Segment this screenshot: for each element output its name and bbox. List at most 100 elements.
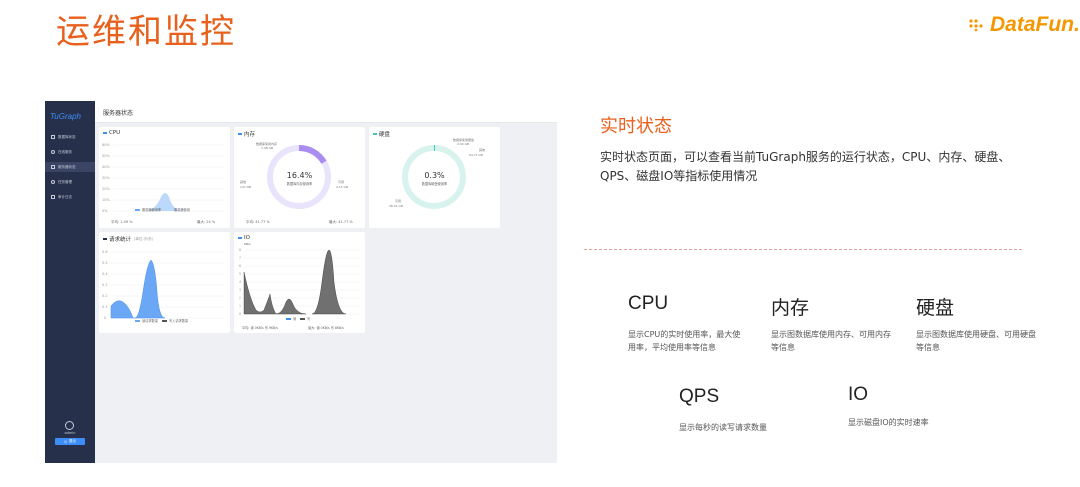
- legend-swatch: [167, 209, 172, 211]
- disk-card: 硬盘 数据库使用硬盘 0.00 GB 其他 94.71 GB 可用 38.51 …: [369, 127, 500, 228]
- feature-memory-desc: 显示图数据库使用内存、可用内存等信息: [771, 330, 891, 352]
- monitor-icon: [51, 165, 55, 169]
- y-tick: 40%: [102, 165, 110, 169]
- legend-label: 写: [307, 317, 310, 321]
- cpu-card: CPU 60% 50% 40% 30% 20% 10% 0% 服务器使用率 服务…: [99, 127, 230, 228]
- legend-label: 服务器使用: [174, 207, 190, 212]
- log-icon: [51, 195, 55, 199]
- database-icon: [51, 135, 55, 139]
- memory-card: 内存 数据库使用内存 1.08 GB 其他 147 GB 可用 4.15 GB …: [234, 127, 365, 228]
- feature-disk-desc: 显示图数据库使用硬盘、可用硬盘等信息: [916, 330, 1036, 352]
- read-area: [110, 259, 166, 319]
- cpu-max: 最大: 24 %: [197, 220, 216, 224]
- y-tick: 5: [239, 272, 241, 276]
- cpu-chart: 60% 50% 40% 30% 20% 10% 0% 服务器使用率 服务器使用: [102, 143, 225, 213]
- app-screenshot: TuGraph 数据库状态 在线服务 服务器状态 任务管理 审计日志 admin…: [45, 101, 557, 463]
- y-tick: 10%: [102, 198, 110, 202]
- feature-qps-title: QPS: [679, 386, 720, 407]
- io-chart: 8 7 6 5 4 3 2 1 0 读 写: [239, 248, 360, 321]
- legend-swatch: [135, 209, 140, 211]
- callout-value: 1.08 GB: [261, 146, 273, 150]
- section-heading: 实时状态: [600, 116, 672, 137]
- y-tick: 30%: [102, 176, 110, 180]
- io-avg: 平均: 读 0KB/s 写 9KB/s: [242, 326, 278, 330]
- cpu-area: [113, 193, 225, 211]
- sidebar-item-task-manage[interactable]: 任务管理: [45, 177, 95, 187]
- legend-label: 服务器使用率: [142, 207, 162, 212]
- y-tick: 0.2: [102, 294, 108, 298]
- logout-button[interactable]: ⏻ 退出: [55, 438, 85, 445]
- y-tick: 4: [239, 280, 241, 284]
- app-topbar: 服务器状态: [95, 101, 557, 123]
- sidebar-item-online-service[interactable]: 在线服务: [45, 147, 95, 157]
- y-tick: 60%: [102, 143, 110, 147]
- sidebar: TuGraph 数据库状态 在线服务 服务器状态 任务管理 审计日志 admin…: [45, 101, 95, 463]
- logo-dots-icon: [969, 19, 983, 32]
- memory-avg: 平均: 41.77 %: [246, 220, 270, 224]
- user-avatar-icon[interactable]: [65, 421, 74, 430]
- slide: 运维和监控 DataFun. TuGraph 数据库状态 在线服务 服务器状态 …: [0, 0, 1080, 487]
- callout-label: 其他: [479, 147, 485, 152]
- legend-label: 读: [293, 316, 297, 321]
- slide-title: 运维和监控: [56, 12, 236, 52]
- y-tick: 1: [239, 304, 241, 308]
- datafun-logo: DataFun.: [968, 12, 1080, 38]
- legend-label: 读请求数量: [142, 318, 159, 323]
- y-tick: 0%: [102, 209, 108, 213]
- io-card: IO KB/s 8 7 6 5 4 3 2 1 0 读 写 平均: 读 0KB/…: [234, 232, 365, 333]
- write-area-2: [275, 298, 307, 315]
- sidebar-item-server-status[interactable]: 服务器状态: [45, 162, 95, 172]
- feature-disk-title: 硬盘: [916, 298, 955, 319]
- sidebar-item-label: 任务管理: [58, 179, 72, 184]
- section-description: 实时状态页面，可以查看当前TuGraph服务的运行状态，CPU、内存、硬盘、QP…: [600, 150, 1011, 183]
- sidebar-item-label: 服务器状态: [58, 164, 76, 169]
- y-tick: 50%: [102, 154, 110, 158]
- service-icon: [51, 150, 55, 154]
- sidebar-item-label: 数据库状态: [58, 134, 76, 139]
- divider: [584, 249, 1022, 250]
- logout-label: 退出: [68, 439, 76, 443]
- y-tick: 8: [239, 248, 241, 252]
- sidebar-item-db-status[interactable]: 数据库状态: [45, 132, 95, 142]
- legend-swatch: [286, 318, 291, 320]
- y-tick: 0: [239, 312, 241, 316]
- brand-logo: TuGraph: [50, 112, 81, 121]
- memory-center-label: 数据库内存使用率: [286, 182, 313, 186]
- callout-value: 94.71 GB: [469, 153, 483, 157]
- power-icon: ⏻: [64, 439, 67, 444]
- write-area-1: [243, 271, 277, 315]
- task-icon: [51, 180, 55, 184]
- memory-max: 最大: 41.77 %: [329, 220, 353, 224]
- sidebar-item-audit-log[interactable]: 审计日志: [45, 192, 95, 202]
- user-name: admin: [64, 431, 76, 435]
- feature-qps-desc: 显示每秒的读写请求数量: [679, 423, 767, 432]
- cpu-avg: 平均: 1.09 %: [111, 220, 133, 224]
- y-tick: 6: [239, 264, 241, 268]
- legend-swatch: [300, 318, 305, 320]
- legend-swatch: [162, 320, 167, 322]
- feature-io-desc: 显示磁盘IO的实时速率: [848, 418, 929, 427]
- y-tick: 20%: [102, 187, 110, 191]
- legend-label: 写入请求数量: [169, 318, 189, 323]
- y-tick: 0.4: [102, 272, 108, 276]
- y-tick: 0.1: [102, 305, 108, 309]
- logo-text: DataFun.: [990, 13, 1080, 36]
- y-tick: 0.3: [102, 283, 108, 287]
- y-tick: 2: [239, 296, 241, 300]
- callout-value: 0.00 GB: [457, 142, 469, 146]
- y-tick: 7: [239, 256, 241, 260]
- sidebar-item-label: 审计日志: [58, 194, 72, 199]
- callout-value: 38.51 GB: [389, 204, 403, 208]
- y-tick: 0: [104, 316, 106, 320]
- y-tick: 0.5: [102, 261, 108, 265]
- legend-swatch: [135, 320, 140, 322]
- requests-card: 请求统计(单位:次/秒) 0.6 0.5 0.4 0.3 0.2 0.1 0: [99, 232, 230, 333]
- feature-io-title: IO: [848, 384, 869, 405]
- disk-percent: 0.3%: [424, 171, 445, 180]
- io-max: 最大: 读 0KB/s 写 8KB/s: [308, 326, 344, 330]
- callout-label: 可用: [395, 199, 401, 203]
- requests-chart: 0.6 0.5 0.4 0.3 0.2 0.1 0 读请求数量 写入请求数量: [102, 250, 225, 323]
- feature-memory-title: 内存: [771, 298, 810, 319]
- memory-percent: 16.4%: [286, 171, 313, 180]
- y-tick: 3: [239, 288, 241, 292]
